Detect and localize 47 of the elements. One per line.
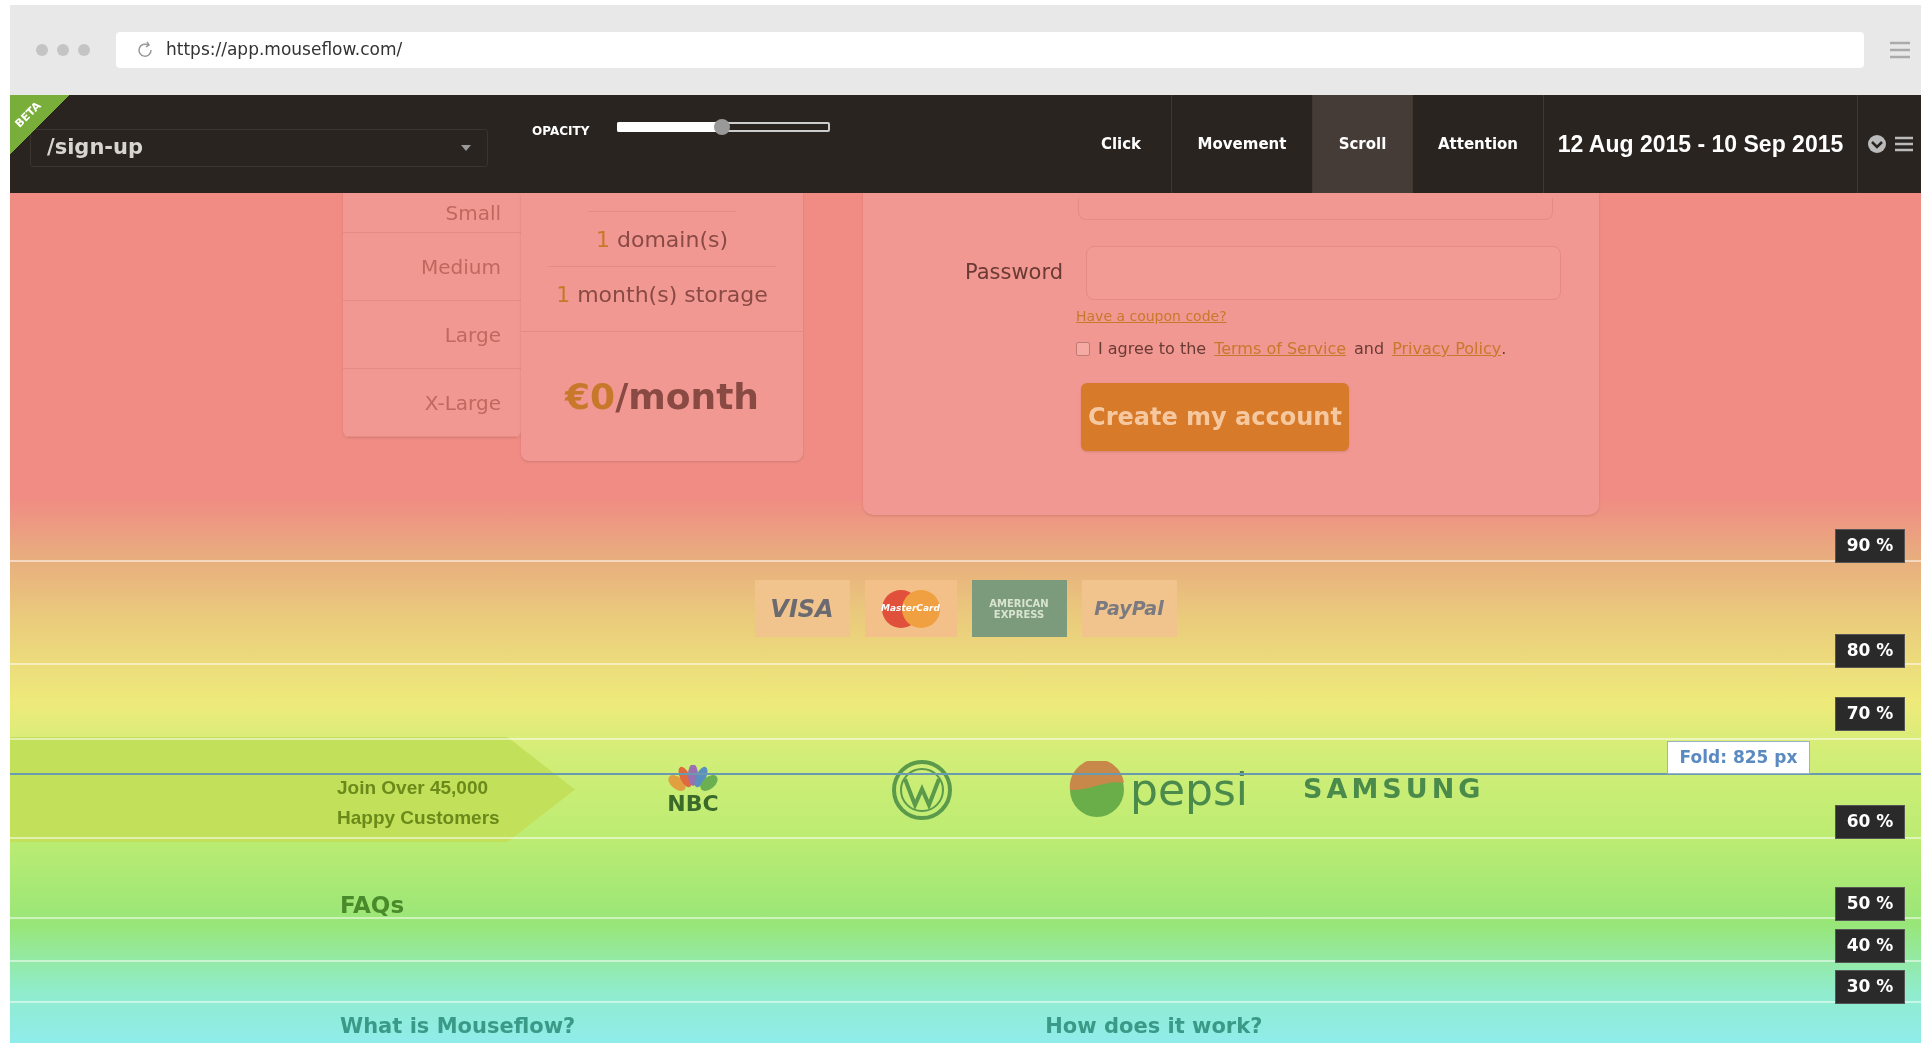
privacy-link[interactable]: Privacy Policy	[1392, 337, 1502, 361]
create-account-button[interactable]: Create my account	[1081, 383, 1349, 451]
scroll-percent-label: 30 %	[1835, 970, 1905, 1004]
plan-feature: 1 domain(s)	[588, 211, 736, 266]
plan-price: €0/month	[521, 331, 803, 461]
agree-text: and	[1354, 338, 1385, 360]
agree-checkbox[interactable]	[1076, 342, 1090, 356]
scroll-percent-label: 50 %	[1835, 887, 1905, 921]
address-bar[interactable]: https://app.mouseflow.com/	[116, 32, 1864, 68]
slider-thumb[interactable]	[713, 119, 730, 135]
round-logo-icon	[891, 758, 953, 821]
scroll-percent-label: 60 %	[1835, 805, 1905, 839]
reload-icon[interactable]	[136, 41, 154, 59]
banner-text: Happy Customers	[337, 805, 501, 830]
chevron-circle-icon[interactable]	[1866, 134, 1887, 154]
plan-feature: 1 month(s) storage	[548, 266, 776, 321]
logo-text: NBC	[667, 792, 719, 815]
mode-tab[interactable]: Scroll	[1312, 95, 1412, 193]
card-logo: MasterCard	[864, 580, 957, 637]
logo-text: SAMSUNG	[1303, 773, 1485, 805]
scroll-percent-label: 40 %	[1835, 929, 1905, 963]
fold-label: Fold: 825 px	[1667, 741, 1810, 774]
mode-tab[interactable]: Click	[1071, 95, 1171, 193]
banner-text: Join Over 45,000	[337, 775, 490, 800]
menu-icon[interactable]	[1894, 136, 1913, 152]
agree-text: .	[1501, 338, 1507, 360]
faq-question[interactable]: What is Mouseflow?	[340, 1010, 576, 1042]
agree-text: I agree to the	[1098, 338, 1207, 360]
card-logo: PayPal	[1081, 580, 1177, 637]
opacity-label: OPACITY	[532, 123, 590, 140]
scroll-percent-label: 80 %	[1835, 634, 1905, 668]
window-dots-icon	[35, 43, 91, 57]
logo-text: pepsi	[1130, 767, 1249, 812]
faq-title: FAQs	[340, 891, 405, 920]
card-logo: VISA	[754, 580, 850, 637]
card-logo: AMERICAN EXPRESS	[971, 580, 1067, 637]
coupon-link[interactable]: Have a coupon code?	[1076, 306, 1599, 327]
scroll-percent-label: 70 %	[1835, 697, 1905, 731]
terms-link[interactable]: Terms of Service	[1214, 337, 1346, 361]
scroll-percent-label: 90 %	[1835, 529, 1905, 563]
url-text: https://app.mouseflow.com/	[166, 38, 403, 62]
opacity-slider[interactable]	[617, 119, 831, 135]
dropdown-caret-icon	[461, 145, 471, 151]
globe-icon	[1068, 760, 1126, 819]
field-label: Password	[963, 259, 1063, 287]
faq-question[interactable]: How does it work?	[1045, 1010, 1263, 1042]
page-select[interactable]: /sign-up	[30, 129, 488, 167]
